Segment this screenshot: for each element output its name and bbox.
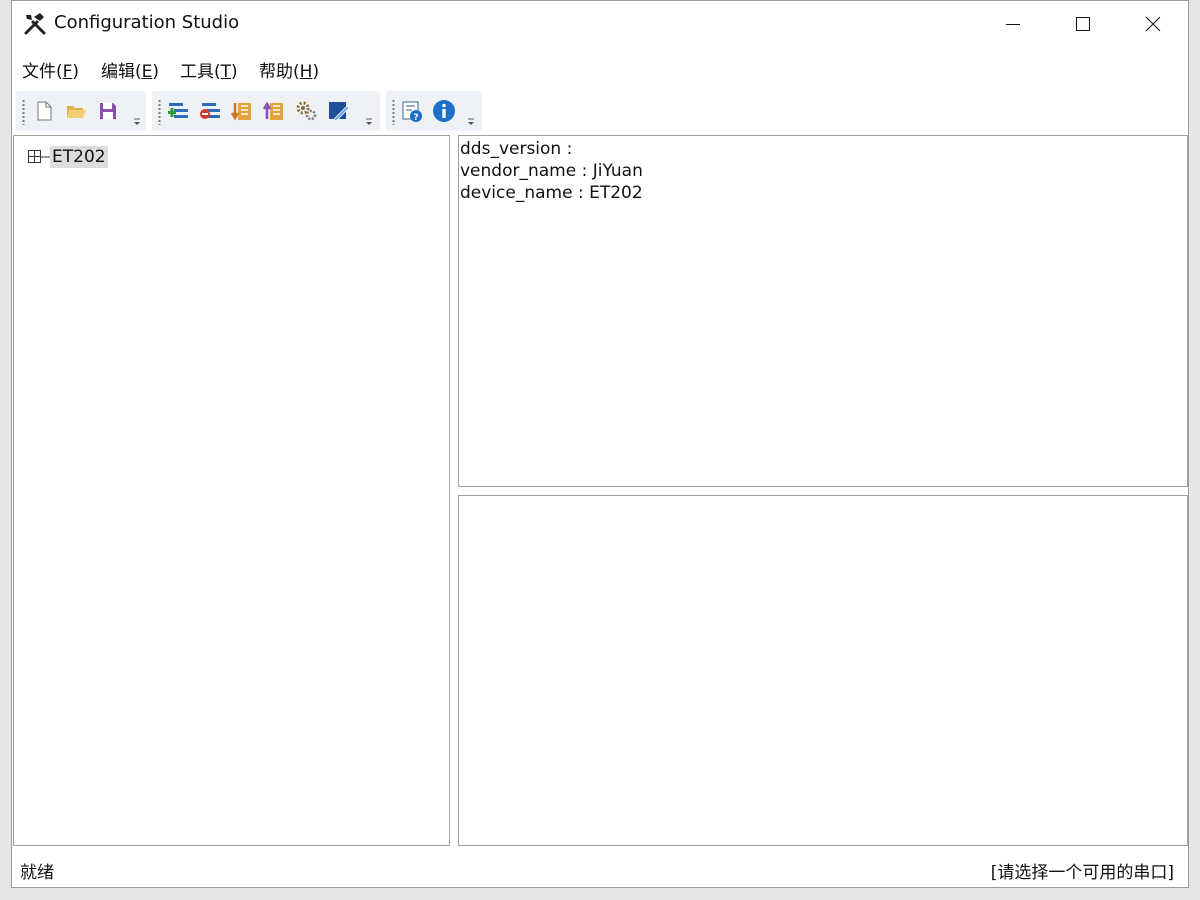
menu-tools-accel: T [220, 62, 232, 82]
vendor-name-line: vendor_name : JiYuan [460, 161, 643, 181]
toolbar-area: ? [12, 89, 1188, 135]
menu-edit[interactable]: 编辑(E) [101, 57, 159, 82]
minimize-button[interactable] [978, 1, 1048, 47]
toolbar-grip[interactable] [158, 99, 161, 125]
menu-help-close: ) [312, 62, 320, 82]
device-info-panel: dds_version : vendor_name : JiYuan devic… [458, 135, 1188, 487]
close-icon [1145, 16, 1161, 32]
detail-panel [458, 495, 1188, 846]
about-button[interactable] [430, 97, 458, 125]
info-icon [433, 100, 455, 122]
status-bar: 就绪 [请选择一个可用的串口] [12, 847, 1188, 887]
toolbar-overflow-icon[interactable] [132, 115, 142, 127]
help-toolbar: ? [386, 91, 482, 131]
title-bar[interactable]: Configuration Studio [12, 1, 1188, 47]
menu-file-close: ) [72, 62, 80, 82]
maximize-button[interactable] [1048, 1, 1118, 47]
menu-file[interactable]: 文件(F) [22, 57, 79, 82]
add-node-button[interactable] [164, 97, 192, 125]
remove-node-icon [200, 103, 220, 119]
window-title: Configuration Studio [54, 12, 240, 33]
menu-file-accel: F [62, 62, 73, 82]
menu-help-accel: H [299, 62, 313, 82]
new-file-icon [37, 101, 52, 121]
main-window: Configuration Studio 文件(F) 编辑(E) 工具(T) 帮… [11, 0, 1189, 888]
toolbar-overflow-icon[interactable] [364, 115, 374, 127]
help-icon: ? [402, 101, 422, 123]
expand-plus-icon[interactable] [28, 150, 41, 163]
edit-toolbar [152, 91, 380, 131]
close-button[interactable] [1118, 1, 1188, 47]
file-toolbar [16, 91, 146, 131]
menu-bar: 文件(F) 编辑(E) 工具(T) 帮助(H) [12, 48, 1188, 88]
menu-tools-label: 工具( [180, 62, 221, 82]
settings-icon [296, 101, 317, 121]
open-folder-icon [67, 106, 86, 118]
save-icon [100, 103, 116, 119]
maximize-icon [1076, 17, 1090, 31]
toolbar-overflow-icon[interactable] [466, 115, 476, 127]
remove-node-button[interactable] [196, 97, 224, 125]
menu-tools[interactable]: 工具(T) [180, 57, 238, 82]
edit-button[interactable] [324, 97, 352, 125]
menu-help-label: 帮助( [259, 62, 300, 82]
import-icon [230, 103, 251, 121]
menu-edit-close: ) [152, 62, 160, 82]
help-button[interactable]: ? [398, 97, 426, 125]
device-name-line: device_name : ET202 [460, 183, 643, 203]
dds-version-line: dds_version : [460, 139, 573, 159]
toolbar-grip[interactable] [392, 99, 395, 125]
edit-icon [329, 102, 350, 122]
menu-file-label: 文件( [22, 62, 63, 82]
new-file-button[interactable] [30, 97, 58, 125]
tree-node-label: ET202 [50, 146, 108, 168]
minimize-icon [1006, 24, 1020, 25]
svg-text:?: ? [413, 113, 418, 123]
status-ready: 就绪 [20, 863, 54, 883]
export-icon [262, 101, 283, 120]
open-button[interactable] [62, 97, 90, 125]
import-button[interactable] [228, 97, 256, 125]
toolbar-grip[interactable] [22, 99, 25, 125]
settings-button[interactable] [292, 97, 320, 125]
menu-help[interactable]: 帮助(H) [259, 57, 319, 82]
add-node-icon [168, 103, 188, 118]
export-button[interactable] [260, 97, 288, 125]
tools-app-icon [22, 11, 48, 37]
tree-connector [41, 156, 50, 158]
menu-tools-close: ) [231, 62, 238, 82]
status-port: [请选择一个可用的串口] [990, 863, 1174, 883]
menu-edit-label: 编辑( [101, 62, 142, 82]
menu-edit-accel: E [141, 62, 153, 82]
save-button[interactable] [94, 97, 122, 125]
device-tree[interactable]: ET202 [13, 135, 450, 846]
